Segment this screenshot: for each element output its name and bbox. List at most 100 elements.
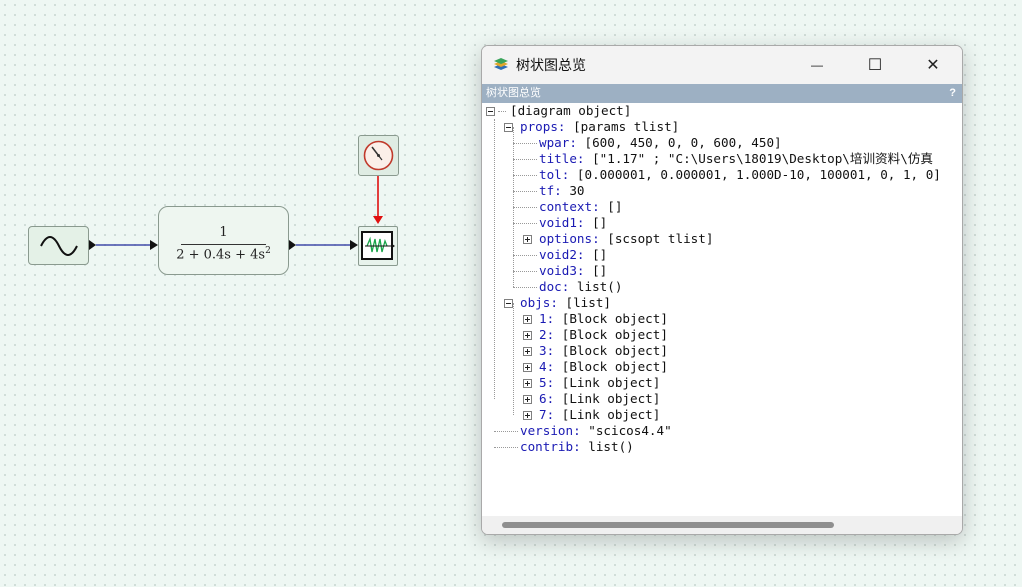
tree-node-value: []	[584, 263, 608, 278]
tree-node-value: [Block object]	[554, 327, 668, 342]
tree-node-key: void1:	[539, 215, 585, 230]
tree-node-key: tf:	[539, 183, 562, 198]
expand-icon[interactable]	[523, 315, 532, 324]
tree-guide	[513, 175, 537, 176]
close-button[interactable]: ✕	[904, 46, 962, 84]
scrollbar-thumb[interactable]	[502, 522, 834, 528]
tree-node-key: version:	[520, 423, 581, 438]
tree-node[interactable]: options: [scsopt tlist]	[539, 231, 713, 247]
tree-node[interactable]: 2: [Block object]	[539, 327, 668, 343]
tree-node-key: 4:	[539, 359, 555, 374]
transfer-function-block[interactable]: 1 2 + 0.4s + 4s2	[158, 206, 289, 275]
tree-node[interactable]: 3: [Block object]	[539, 343, 668, 359]
title-bar[interactable]: 树状图总览 — ☐ ✕	[482, 46, 962, 84]
tree-node-value: [scsopt tlist]	[599, 231, 714, 246]
expand-icon[interactable]	[523, 235, 532, 244]
tf-exponent: 2	[265, 246, 271, 256]
tree-node-value: [Link object]	[554, 407, 661, 422]
tree-overview-window: 树状图总览 — ☐ ✕ 树状图总览 ? [diagram object] prop…	[481, 45, 963, 535]
tree-node[interactable]: 5: [Link object]	[539, 375, 660, 391]
expand-icon[interactable]	[523, 379, 532, 388]
tree-node-key: 3:	[539, 343, 555, 358]
tree-node-value: [Block object]	[554, 359, 668, 374]
tree-node[interactable]: tol: [0.000001, 0.000001, 1.000D-10, 100…	[539, 167, 941, 183]
tree-node-value: [params tlist]	[565, 119, 680, 134]
tree-node[interactable]: void3: []	[539, 263, 607, 279]
sine-wave-icon	[40, 236, 78, 256]
tree-node[interactable]: title: ["1.17" ; "C:\Users\18019\Desktop…	[539, 151, 933, 167]
tree-node[interactable]: contrib: list()	[520, 439, 634, 455]
tree-node-key: objs:	[520, 295, 558, 310]
expand-icon[interactable]	[523, 331, 532, 340]
collapse-icon[interactable]	[504, 299, 513, 308]
tree-node-key: void2:	[539, 247, 585, 262]
tf-denominator: 2 + 0.4s + 4s	[176, 247, 266, 263]
tree-guide	[513, 207, 537, 208]
tree-node[interactable]: 7: [Link object]	[539, 407, 660, 423]
tree-node-key: void3:	[539, 263, 585, 278]
tree-node[interactable]: void2: []	[539, 247, 607, 263]
tree-node-value: [Block object]	[554, 343, 668, 358]
collapse-icon[interactable]	[486, 107, 495, 116]
tree-node[interactable]: 1: [Block object]	[539, 311, 668, 327]
tree-node-value: "scicos4.4"	[580, 423, 672, 438]
sine-generator-block[interactable]	[28, 226, 89, 265]
tree-guide	[494, 119, 495, 399]
tree-node[interactable]: [diagram object]	[510, 103, 631, 119]
tree-node-value: [Link object]	[554, 375, 661, 390]
tree-node-value: ["1.17" ; "C:\Users\18019\Desktop\培训资料\仿…	[584, 151, 934, 166]
maximize-button[interactable]: ☐	[846, 46, 904, 84]
tree-node[interactable]: doc: list()	[539, 279, 622, 295]
link-tf-to-scope[interactable]	[296, 240, 360, 250]
tree-node-value: [list]	[557, 295, 612, 310]
tree-node[interactable]: tf: 30	[539, 183, 585, 199]
tree-node-key: contrib:	[520, 439, 581, 454]
tree-node-key: 6:	[539, 391, 555, 406]
tree-node[interactable]: context: []	[539, 199, 622, 215]
tree-node-value: list()	[580, 439, 634, 454]
tree-node[interactable]: props: [params tlist]	[520, 119, 679, 135]
tree-node[interactable]: objs: [list]	[520, 295, 611, 311]
tree-node-key: tol:	[539, 167, 570, 182]
tf-numerator: 1	[219, 225, 228, 240]
expand-icon[interactable]	[523, 363, 532, 372]
maximize-icon: ☐	[867, 57, 883, 74]
tree-node[interactable]: 4: [Block object]	[539, 359, 668, 375]
expand-icon[interactable]	[523, 411, 532, 420]
expand-icon[interactable]	[523, 395, 532, 404]
tree-node[interactable]: void1: []	[539, 215, 607, 231]
minimize-button[interactable]: —	[788, 46, 846, 84]
tree-node-key: wpar:	[539, 135, 577, 150]
horizontal-scrollbar[interactable]	[482, 516, 962, 534]
tree-node-key: 5:	[539, 375, 555, 390]
scope-block[interactable]	[358, 226, 398, 266]
tree-node-value: list()	[569, 279, 623, 294]
tree-node-key: options:	[539, 231, 600, 246]
help-button[interactable]: ?	[949, 84, 956, 103]
minimize-icon: —	[811, 58, 823, 72]
tree-node-value: [0.000001, 0.000001, 1.000D-10, 100001, …	[569, 167, 941, 182]
tree-node-key: 1:	[539, 311, 555, 326]
expand-icon[interactable]	[523, 347, 532, 356]
panel-title: 树状图总览	[486, 87, 541, 99]
clock-icon	[363, 140, 394, 171]
link-sine-to-tf[interactable]	[96, 240, 160, 250]
tf-denominator-wrap: 2 + 0.4s + 4s2	[159, 246, 288, 262]
tree-node-value: [diagram object]	[510, 103, 632, 118]
tree-guide	[498, 111, 506, 112]
tree-node-key: title:	[539, 151, 585, 166]
tree-node[interactable]: version: "scicos4.4"	[520, 423, 672, 439]
tree-node-value: []	[584, 247, 608, 262]
tree-guide	[494, 431, 518, 432]
tree-node[interactable]: wpar: [600, 450, 0, 0, 600, 450]	[539, 135, 782, 151]
link-clock-to-scope[interactable]	[373, 176, 383, 226]
tree-node-key: 2:	[539, 327, 555, 342]
tree-node[interactable]: 6: [Link object]	[539, 391, 660, 407]
scilab-app-icon	[494, 58, 508, 70]
tree-node-value: [Block object]	[554, 311, 668, 326]
tree-guide	[513, 287, 537, 288]
tree-view[interactable]: [diagram object] props: [params tlist] wpa…	[482, 103, 962, 516]
clock-block[interactable]	[358, 135, 399, 176]
fraction-bar	[181, 244, 266, 245]
collapse-icon[interactable]	[504, 123, 513, 132]
